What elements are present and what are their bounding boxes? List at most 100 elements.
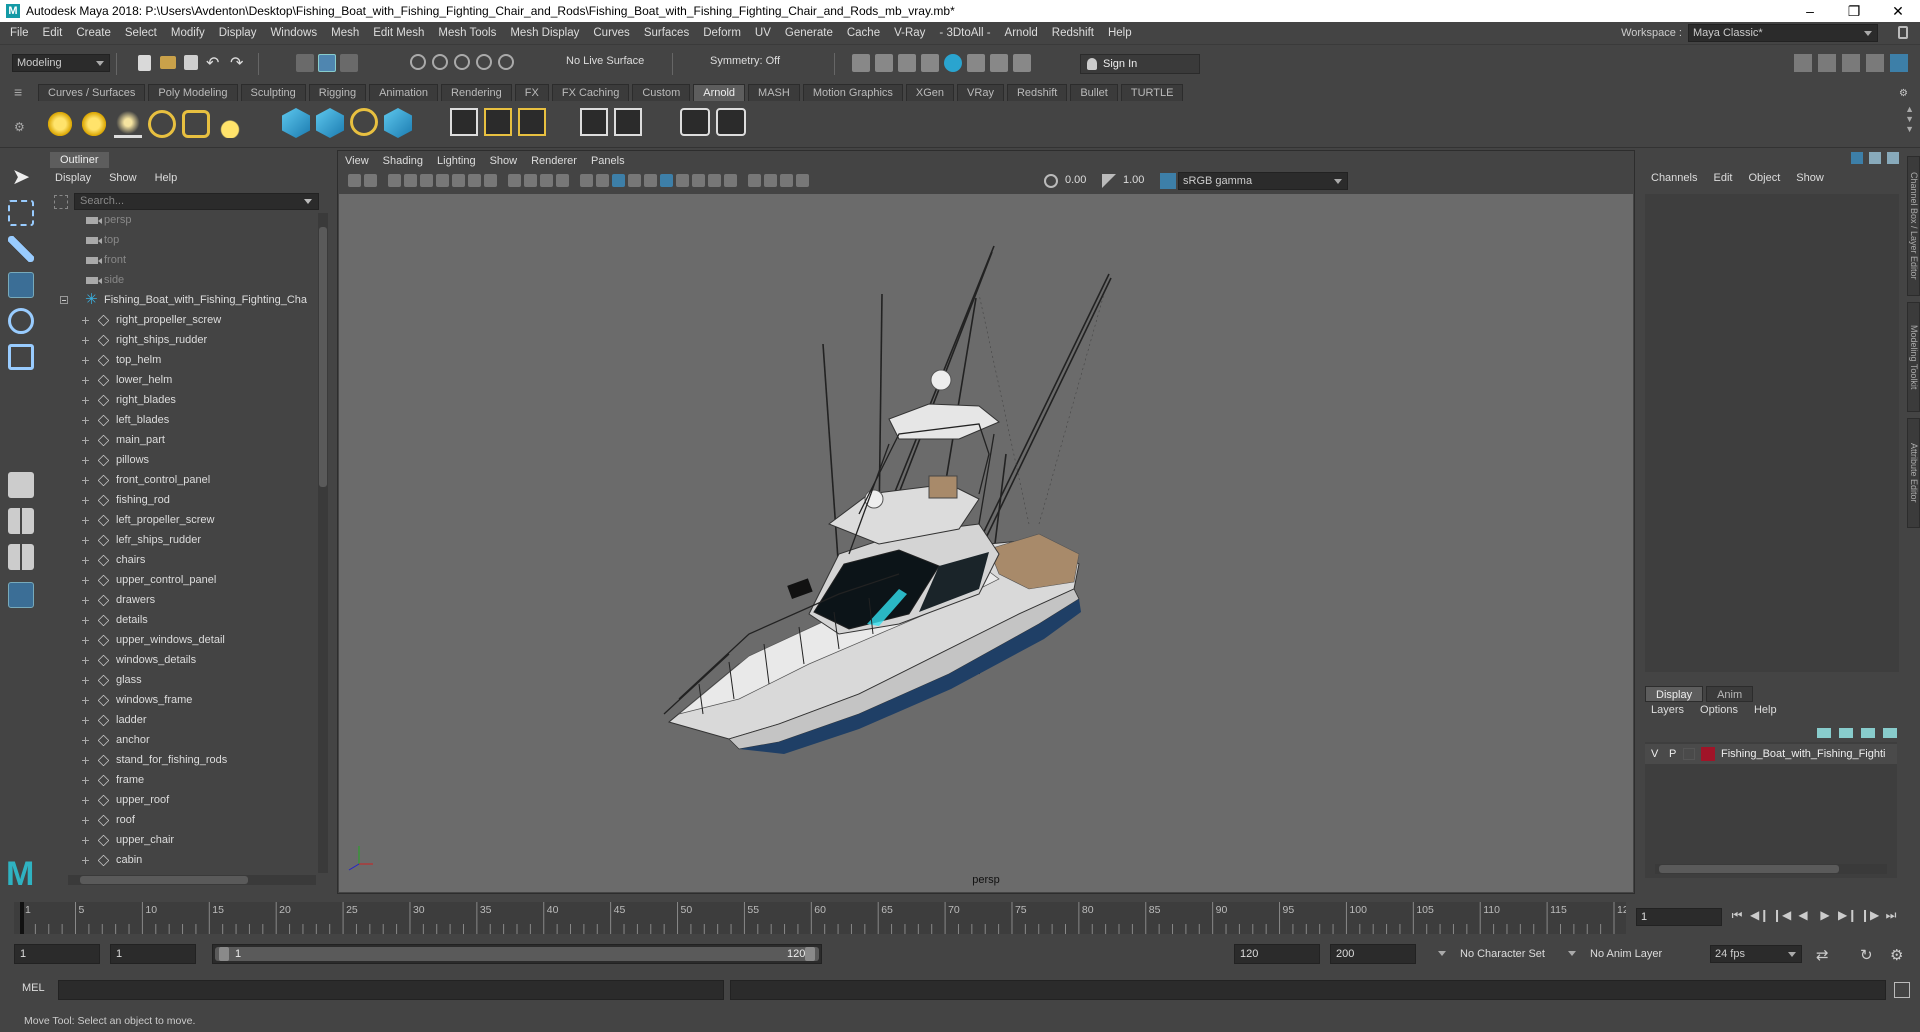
isolate-select-icon[interactable] xyxy=(748,174,761,187)
menu-3dtoall[interactable]: - 3DtoAll - xyxy=(932,27,997,39)
shelf-tab-fx-caching[interactable]: FX Caching xyxy=(551,84,630,101)
shelf-tab-curves-surfaces[interactable]: Curves / Surfaces xyxy=(38,84,146,101)
viewport-menu-shading[interactable]: Shading xyxy=(376,155,430,167)
layer-tab-anim[interactable]: Anim xyxy=(1706,686,1754,702)
shelf-tab-poly-modeling[interactable]: Poly Modeling xyxy=(148,84,238,101)
outliner-item-left-blades[interactable]: left_blades xyxy=(48,410,316,430)
layer-editor-icon[interactable] xyxy=(1869,152,1881,164)
current-time-marker[interactable] xyxy=(20,902,24,934)
menu-arnold[interactable]: Arnold xyxy=(998,27,1045,39)
menu-cache[interactable]: Cache xyxy=(840,27,887,39)
side-tab-attribute-editor[interactable]: Attribute Editor xyxy=(1907,418,1920,528)
live-surface-label[interactable]: No Live Surface xyxy=(566,55,644,67)
color-space-select[interactable]: sRGB gamma xyxy=(1178,172,1348,190)
layer-editor-toggle-icon[interactable] xyxy=(1890,54,1908,72)
snap-point-icon[interactable] xyxy=(454,54,470,70)
flush-cache-icon[interactable] xyxy=(518,108,546,136)
standin-icon[interactable] xyxy=(282,108,310,138)
expand-icon[interactable] xyxy=(82,357,89,364)
shelf-tab-sculpting[interactable]: Sculpting xyxy=(240,84,306,101)
camera-attributes-icon[interactable] xyxy=(364,174,377,187)
curve-collector-icon[interactable] xyxy=(350,108,378,136)
layer-row[interactable]: V P Fishing_Boat_with_Fishing_Fighti xyxy=(1645,744,1897,764)
viewport-menu-renderer[interactable]: Renderer xyxy=(524,155,584,167)
menu-surfaces[interactable]: Surfaces xyxy=(637,27,696,39)
layer-menu-layers[interactable]: Layers xyxy=(1643,704,1692,716)
expand-icon[interactable] xyxy=(82,837,89,844)
range-slider[interactable]: 1 120 xyxy=(212,944,822,964)
menu-mesh-display[interactable]: Mesh Display xyxy=(503,27,586,39)
menu-windows[interactable]: Windows xyxy=(263,27,324,39)
select-hierarchy-icon[interactable] xyxy=(296,54,314,72)
new-layer-from-selection-icon[interactable] xyxy=(1883,728,1897,738)
shelf-tab-mash[interactable]: MASH xyxy=(748,84,800,101)
expand-icon[interactable] xyxy=(82,717,89,724)
shelf-editor-icon[interactable]: ⚙ xyxy=(14,120,25,134)
expand-icon[interactable] xyxy=(82,377,89,384)
animation-preferences-icon[interactable]: ⚙ xyxy=(1890,946,1903,964)
new-scene-icon[interactable] xyxy=(138,55,151,71)
outliner-item-roof[interactable]: roof xyxy=(48,810,316,830)
outliner-item-left-propeller-screw[interactable]: left_propeller_screw xyxy=(48,510,316,530)
outliner-item-front-control-panel[interactable]: front_control_panel xyxy=(48,470,316,490)
channel-box-toggle-icon[interactable] xyxy=(1866,54,1884,72)
layer-move-down-icon[interactable] xyxy=(1839,728,1853,738)
outliner-item-fishing-rod[interactable]: fishing_rod xyxy=(48,490,316,510)
expand-icon[interactable] xyxy=(82,817,89,824)
outliner-item-upper-roof[interactable]: upper_roof xyxy=(48,790,316,810)
screen-space-ao-icon[interactable] xyxy=(676,174,689,187)
xray-active-icon[interactable] xyxy=(780,174,793,187)
outliner-menu-display[interactable]: Display xyxy=(46,172,100,184)
shelf-tab-motion-graphics[interactable]: Motion Graphics xyxy=(802,84,903,101)
outliner-item-frame[interactable]: frame xyxy=(48,770,316,790)
shelf-tab-custom[interactable]: Custom xyxy=(632,84,691,101)
gate-mask-icon[interactable] xyxy=(508,174,521,187)
mesh-light-icon[interactable] xyxy=(80,110,108,138)
area-light-icon[interactable] xyxy=(46,110,74,138)
grease-pencil-icon[interactable] xyxy=(436,174,449,187)
expand-icon[interactable] xyxy=(82,657,89,664)
render-preview-icon[interactable] xyxy=(680,108,710,136)
default-material-icon[interactable] xyxy=(612,174,625,187)
menu-edit-mesh[interactable]: Edit Mesh xyxy=(366,27,431,39)
minimize-button[interactable]: – xyxy=(1788,0,1832,22)
search-dropdown-icon[interactable] xyxy=(304,199,312,204)
menu-mesh-tools[interactable]: Mesh Tools xyxy=(431,27,503,39)
layer-tab-display[interactable]: Display xyxy=(1645,686,1704,702)
pause-render-icon[interactable] xyxy=(1013,54,1031,72)
loop-icon[interactable]: ⇄ xyxy=(1816,946,1829,964)
redo-icon[interactable]: ↷ xyxy=(230,53,243,73)
menu-generate[interactable]: Generate xyxy=(778,27,840,39)
xray-joints-icon[interactable] xyxy=(764,174,777,187)
shelf-tab-vray[interactable]: VRay xyxy=(957,84,1004,101)
outliner-menu-show[interactable]: Show xyxy=(100,172,146,184)
layer-menu-help[interactable]: Help xyxy=(1746,704,1785,716)
fps-select[interactable]: 24 fps xyxy=(1710,945,1802,963)
outliner-tab[interactable]: Outliner xyxy=(50,152,109,168)
two-d-pan-zoom-icon[interactable] xyxy=(420,174,433,187)
menu-v-ray[interactable]: V-Ray xyxy=(887,27,932,39)
render-view-icon[interactable] xyxy=(852,54,870,72)
outliner-item-windows-details[interactable]: windows_details xyxy=(48,650,316,670)
shelf-tab-animation[interactable]: Animation xyxy=(369,84,439,101)
outliner-item-lower-helm[interactable]: lower_helm xyxy=(48,370,316,390)
expand-icon[interactable] xyxy=(82,477,89,484)
mode-select[interactable]: Modeling xyxy=(12,54,110,72)
depth-of-field-icon[interactable] xyxy=(724,174,737,187)
script-editor-icon[interactable] xyxy=(1894,982,1910,998)
expand-icon[interactable] xyxy=(82,757,89,764)
outliner-item-upper-windows-detail[interactable]: upper_windows_detail xyxy=(48,630,316,650)
bookmarks-icon[interactable] xyxy=(388,174,401,187)
side-tab-modeling-toolkit[interactable]: Modeling Toolkit xyxy=(1907,302,1920,412)
mel-label[interactable]: MEL xyxy=(22,982,45,994)
anim-layer-menu-icon[interactable] xyxy=(1568,951,1576,956)
outliner-item-lefr-ships-rudder[interactable]: lefr_ships_rudder xyxy=(48,530,316,550)
outliner-hscrollbar[interactable] xyxy=(68,875,316,885)
layer-hscrollbar[interactable] xyxy=(1655,864,1887,874)
outliner-item-pillows[interactable]: pillows xyxy=(48,450,316,470)
outliner-item-windows-frame[interactable]: windows_frame xyxy=(48,690,316,710)
render-current-icon[interactable] xyxy=(875,54,893,72)
outliner-item-right-propeller-screw[interactable]: right_propeller_screw xyxy=(48,310,316,330)
smooth-shade-icon[interactable] xyxy=(596,174,609,187)
3d-viewport[interactable]: persp xyxy=(339,194,1633,892)
